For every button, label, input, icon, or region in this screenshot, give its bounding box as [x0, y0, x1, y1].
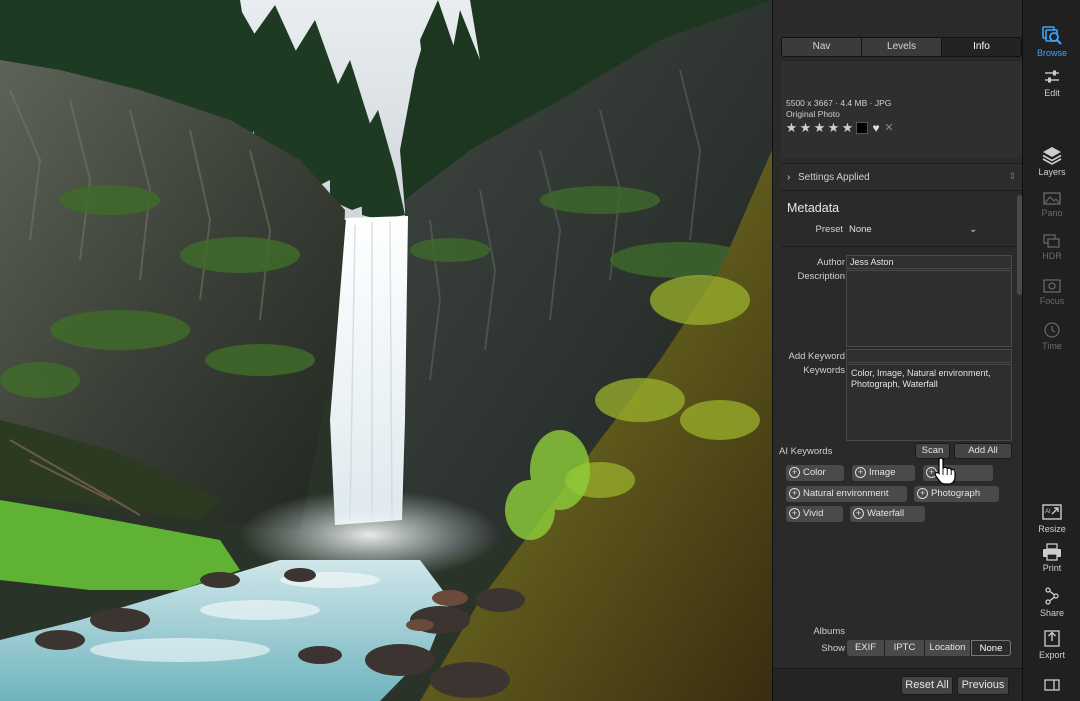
- chevron-right-icon: ›: [787, 172, 791, 183]
- photo-canvas[interactable]: [0, 0, 772, 701]
- panel-footer: Reset All Previous: [773, 668, 1023, 701]
- focus-icon: [1043, 279, 1061, 293]
- ai-keyword-chip[interactable]: + Color: [786, 465, 844, 481]
- show-location-button[interactable]: Location: [925, 640, 971, 656]
- metadata-title: Metadata: [787, 201, 840, 215]
- plus-circle-icon: +: [855, 467, 866, 478]
- print-icon: [1043, 543, 1061, 561]
- show-none-button[interactable]: None: [971, 640, 1011, 656]
- tab-levels[interactable]: Levels: [862, 38, 942, 56]
- info-panel: Nav Levels Info 5500 x 3667 · 4.4 MB · J…: [772, 0, 1023, 701]
- toolbar-label: Layers: [1038, 167, 1066, 177]
- edit-sliders-icon: [1045, 70, 1059, 83]
- color-label-swatch[interactable]: [856, 121, 868, 134]
- layers-icon: [1042, 147, 1062, 165]
- tab-info[interactable]: Info: [942, 38, 1021, 56]
- ai-keyword-chip[interactable]: + Natural environment: [786, 486, 907, 502]
- show-label: Show: [821, 643, 845, 654]
- resize-icon: AI: [1042, 504, 1062, 520]
- waterfall-photo: [0, 0, 772, 701]
- star-icon-2[interactable]: ★: [799, 121, 812, 134]
- toolbar-export[interactable]: Export: [1023, 628, 1080, 660]
- toolbar-hdr[interactable]: HDR: [1023, 233, 1080, 261]
- toolbar-label: HDR: [1042, 251, 1062, 261]
- toolbar-label: Export: [1038, 650, 1065, 660]
- rating-row: ★ ★ ★ ★ ★ ♥ ✕: [785, 121, 895, 134]
- previous-button[interactable]: Previous: [957, 676, 1009, 695]
- preset-label: Preset: [815, 224, 843, 235]
- panel-toggle-icon: [1044, 679, 1060, 691]
- toolbar-label: Print: [1042, 563, 1062, 573]
- toolbar-label: Share: [1039, 608, 1065, 618]
- panel-tabs: Nav Levels Info: [781, 37, 1022, 57]
- export-icon: [1044, 630, 1060, 647]
- keywords-label: Keywords: [803, 365, 845, 376]
- plus-circle-icon: +: [853, 508, 864, 519]
- toolbar-focus[interactable]: Focus: [1023, 278, 1080, 306]
- toolbar-label: Browse: [1036, 48, 1067, 58]
- ai-keyword-chip[interactable]: + Vivid: [786, 506, 843, 522]
- ai-keyword-chip[interactable]: + Photograph: [914, 486, 999, 502]
- toolbar-print[interactable]: Print: [1023, 543, 1080, 573]
- settings-applied-section[interactable]: › Settings Applied ⇕: [781, 163, 1022, 191]
- plus-circle-icon: +: [789, 467, 800, 478]
- hdr-icon: [1043, 234, 1060, 248]
- toolbar-layers[interactable]: Layers: [1023, 145, 1080, 177]
- toolbar-label: Focus: [1039, 296, 1065, 306]
- ai-keyword-chip[interactable]: + Waterfall: [850, 506, 925, 522]
- show-exif-button[interactable]: EXIF: [847, 640, 885, 656]
- star-icon-1[interactable]: ★: [785, 121, 798, 134]
- author-label: Author: [817, 257, 845, 268]
- preset-dropdown[interactable]: None: [849, 224, 872, 235]
- author-field[interactable]: [846, 255, 1012, 269]
- svg-text:AI: AI: [1045, 509, 1051, 515]
- toolbar-label: Edit: [1044, 88, 1060, 98]
- time-icon: [1044, 322, 1060, 338]
- chevron-down-icon[interactable]: ⌄: [969, 224, 977, 235]
- hand-cursor-icon: [934, 457, 956, 485]
- description-field[interactable]: [846, 270, 1012, 347]
- star-icon-5[interactable]: ★: [841, 121, 854, 134]
- toolbar-pano[interactable]: Pano: [1023, 190, 1080, 218]
- reset-all-button[interactable]: Reset All: [901, 676, 953, 695]
- browse-icon: [1042, 26, 1062, 45]
- sort-updown-icon: ⇕: [1008, 171, 1016, 181]
- add-all-button[interactable]: Add All: [954, 443, 1012, 459]
- plus-circle-icon: +: [789, 488, 800, 499]
- heart-icon[interactable]: ♥: [870, 122, 882, 134]
- ai-keyword-chip[interactable]: + Image: [852, 465, 915, 481]
- toolbar-browse[interactable]: Browse: [1023, 24, 1080, 58]
- add-keyword-label: Add Keyword: [788, 351, 845, 362]
- tab-nav[interactable]: Nav: [782, 38, 862, 56]
- module-toolbar: Browse Edit Layers Pano HDR Focus Time A…: [1022, 0, 1080, 701]
- plus-circle-icon: +: [917, 488, 928, 499]
- albums-label: Albums: [813, 626, 845, 637]
- toolbar-share[interactable]: Share: [1023, 586, 1080, 618]
- add-keyword-field[interactable]: [846, 349, 1012, 363]
- toolbar-resize[interactable]: AI Resize: [1023, 502, 1080, 534]
- toolbar-time[interactable]: Time: [1023, 321, 1080, 351]
- toolbar-label: Time: [1042, 341, 1062, 351]
- file-dimensions: 5500 x 3667 · 4.4 MB · JPG: [786, 98, 892, 108]
- star-icon-3[interactable]: ★: [813, 121, 826, 134]
- file-version: Original Photo: [786, 109, 840, 119]
- show-segmented-control: EXIF IPTC Location None: [847, 640, 1011, 656]
- share-icon: [1045, 587, 1059, 605]
- toolbar-label: Resize: [1038, 524, 1066, 534]
- divider: [781, 246, 1018, 247]
- star-icon-4[interactable]: ★: [827, 121, 840, 134]
- show-iptc-button[interactable]: IPTC: [885, 640, 925, 656]
- description-label: Description: [797, 271, 845, 282]
- settings-applied-label: Settings Applied: [798, 172, 870, 183]
- plus-circle-icon: +: [789, 508, 800, 519]
- ai-keywords-label: AI Keywords: [779, 446, 833, 457]
- toolbar-toggle-panel[interactable]: [1023, 678, 1080, 692]
- keywords-field[interactable]: Color, Image, Natural environment, Photo…: [846, 364, 1012, 441]
- reject-x-icon[interactable]: ✕: [883, 122, 895, 134]
- toolbar-label: Pano: [1041, 208, 1063, 218]
- toolbar-edit[interactable]: Edit: [1023, 68, 1080, 98]
- pano-icon: [1043, 192, 1061, 205]
